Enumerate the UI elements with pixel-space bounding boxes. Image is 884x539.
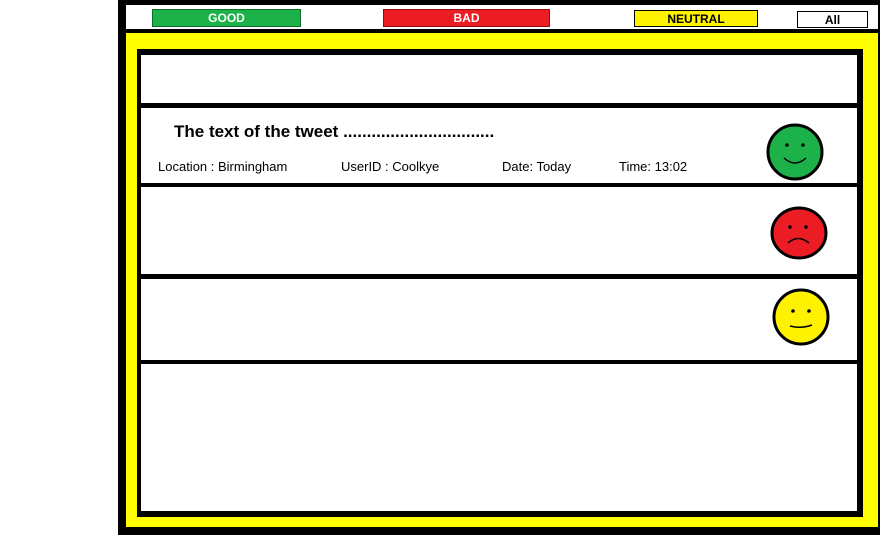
- list-item-empty: [141, 364, 857, 511]
- happy-face-icon: [766, 123, 824, 181]
- tweet-list: The text of the tweet ..................…: [137, 49, 863, 517]
- list-item-empty: [141, 55, 857, 103]
- tweet-location: Location : Birmingham: [158, 159, 288, 174]
- filter-neutral-button[interactable]: NEUTRAL: [634, 10, 758, 27]
- filter-bad-button[interactable]: BAD: [383, 9, 550, 27]
- filter-all-button[interactable]: All: [797, 11, 868, 28]
- filter-bar: GOOD BAD NEUTRAL All: [126, 5, 878, 29]
- neutral-face-icon: [772, 288, 830, 346]
- filter-good-button[interactable]: GOOD: [152, 9, 301, 27]
- tweet-text: The text of the tweet ..................…: [174, 122, 495, 141]
- tweet-time: Time: 13:02: [619, 159, 688, 174]
- tweet-row[interactable]: The text of the tweet ..................…: [141, 108, 857, 183]
- sad-face-icon: [770, 206, 828, 260]
- tweet-date: Date: Today: [502, 159, 572, 174]
- tweet-row[interactable]: [141, 279, 857, 360]
- tweet-row[interactable]: [141, 187, 857, 274]
- tweet-user-id: UserID : Coolkye: [341, 159, 440, 174]
